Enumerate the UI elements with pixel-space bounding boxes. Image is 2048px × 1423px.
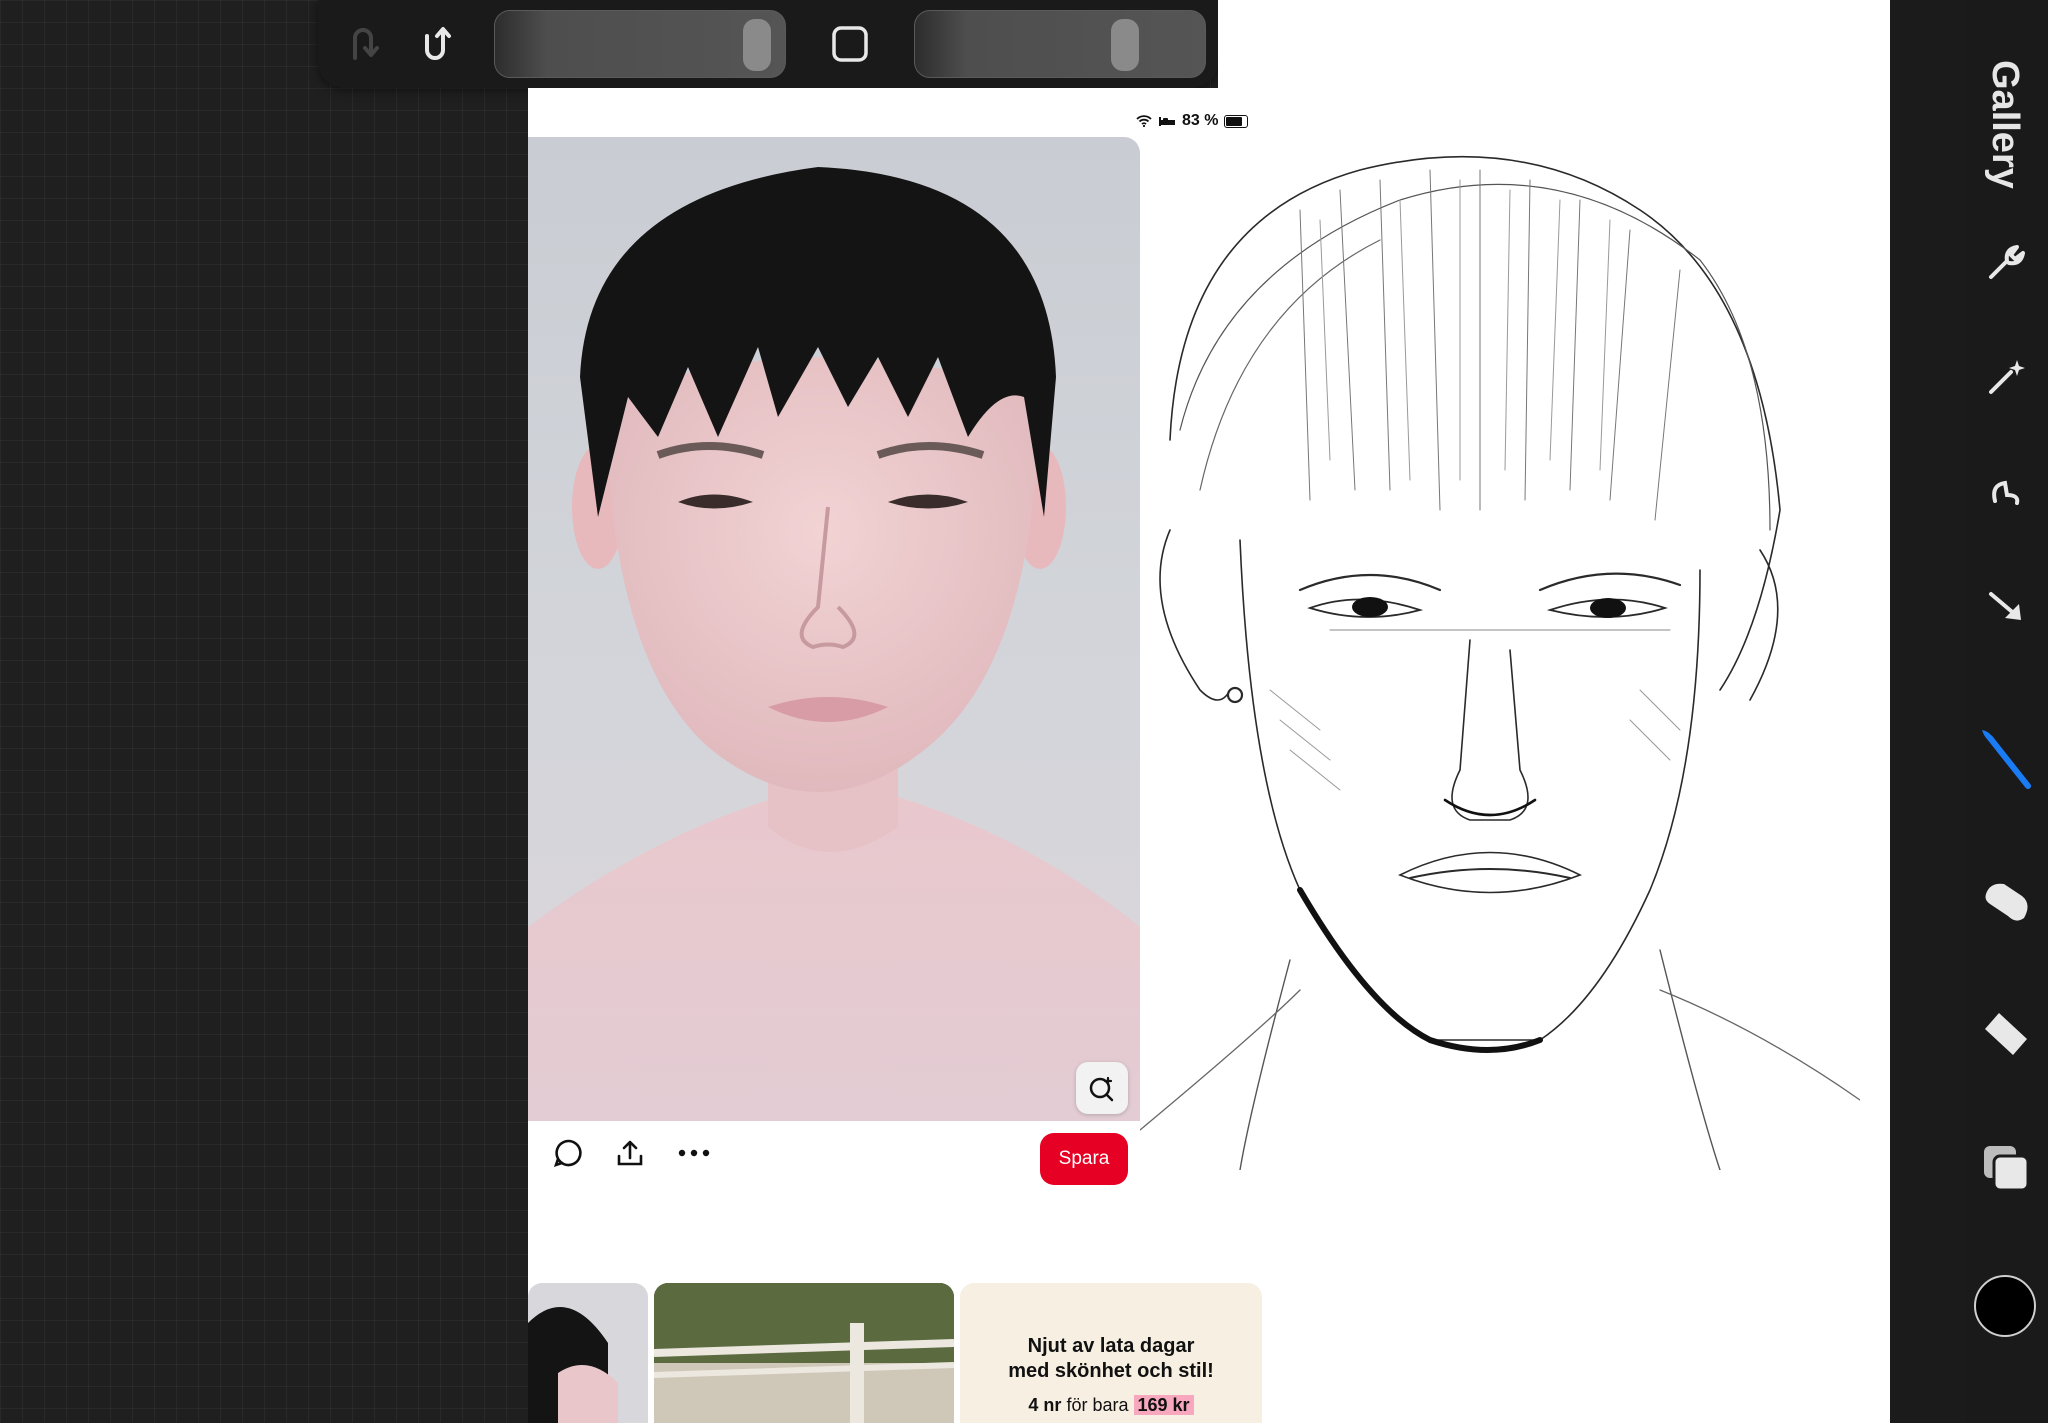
battery-percent: 83 % [1182, 112, 1219, 129]
related-pin-advert[interactable]: Njut av lata dagar med skönhet och stil!… [960, 1283, 1262, 1423]
share-icon[interactable] [612, 1135, 648, 1171]
related-pin-portrait[interactable] [528, 1283, 648, 1423]
transform-arrow-icon[interactable] [1974, 575, 2038, 639]
status-bar: 83 % [1136, 112, 1249, 130]
save-button[interactable]: Spara [1040, 1133, 1128, 1185]
smudge-icon[interactable] [1974, 868, 2038, 932]
modify-square-icon[interactable] [828, 22, 872, 66]
reference-photo[interactable] [528, 137, 1140, 1121]
sketch-drawing[interactable] [1139, 130, 1861, 1171]
color-picker-swatch[interactable] [1974, 1275, 2036, 1337]
eraser-icon[interactable] [1974, 1002, 2038, 1066]
ad-headline-2: med skönhet och stil! [1008, 1360, 1214, 1382]
more-icon[interactable] [676, 1135, 712, 1171]
visual-search-icon [1089, 1076, 1114, 1102]
redo-icon[interactable] [414, 22, 458, 66]
top-toolbar [318, 0, 1218, 88]
wifi-icon [1136, 115, 1152, 127]
comment-icon[interactable] [550, 1135, 586, 1171]
related-pin-garden[interactable] [654, 1283, 954, 1423]
layers-icon[interactable] [1974, 1136, 2038, 1200]
tools-strip [1966, 0, 2048, 1423]
brush-size-slider[interactable] [494, 10, 786, 78]
opacity-slider[interactable] [914, 10, 1206, 78]
gallery-button[interactable]: Gallery [1984, 60, 2026, 200]
sleep-mode-icon [1159, 117, 1175, 126]
magic-wand-icon[interactable] [1974, 345, 2038, 409]
ad-offer: 4 nr för bara 169 kr [960, 1395, 1262, 1416]
ad-count: 4 nr [1028, 1395, 1062, 1415]
ad-price: 169 kr [1133, 1395, 1194, 1415]
visual-search-button[interactable] [1076, 1062, 1128, 1114]
canvas-top-area [1218, 0, 1890, 88]
ad-headline-1: Njut av lata dagar [1027, 1335, 1195, 1357]
wrench-icon[interactable] [1974, 230, 2038, 294]
selection-icon[interactable] [1974, 460, 2038, 524]
brush-icon[interactable] [1974, 728, 2038, 792]
opacity-knob[interactable] [1111, 19, 1139, 71]
undo-icon[interactable] [342, 22, 386, 66]
ad-middle: för bara [1066, 1395, 1129, 1415]
battery-icon [1224, 114, 1249, 128]
brush-size-knob[interactable] [743, 19, 771, 71]
